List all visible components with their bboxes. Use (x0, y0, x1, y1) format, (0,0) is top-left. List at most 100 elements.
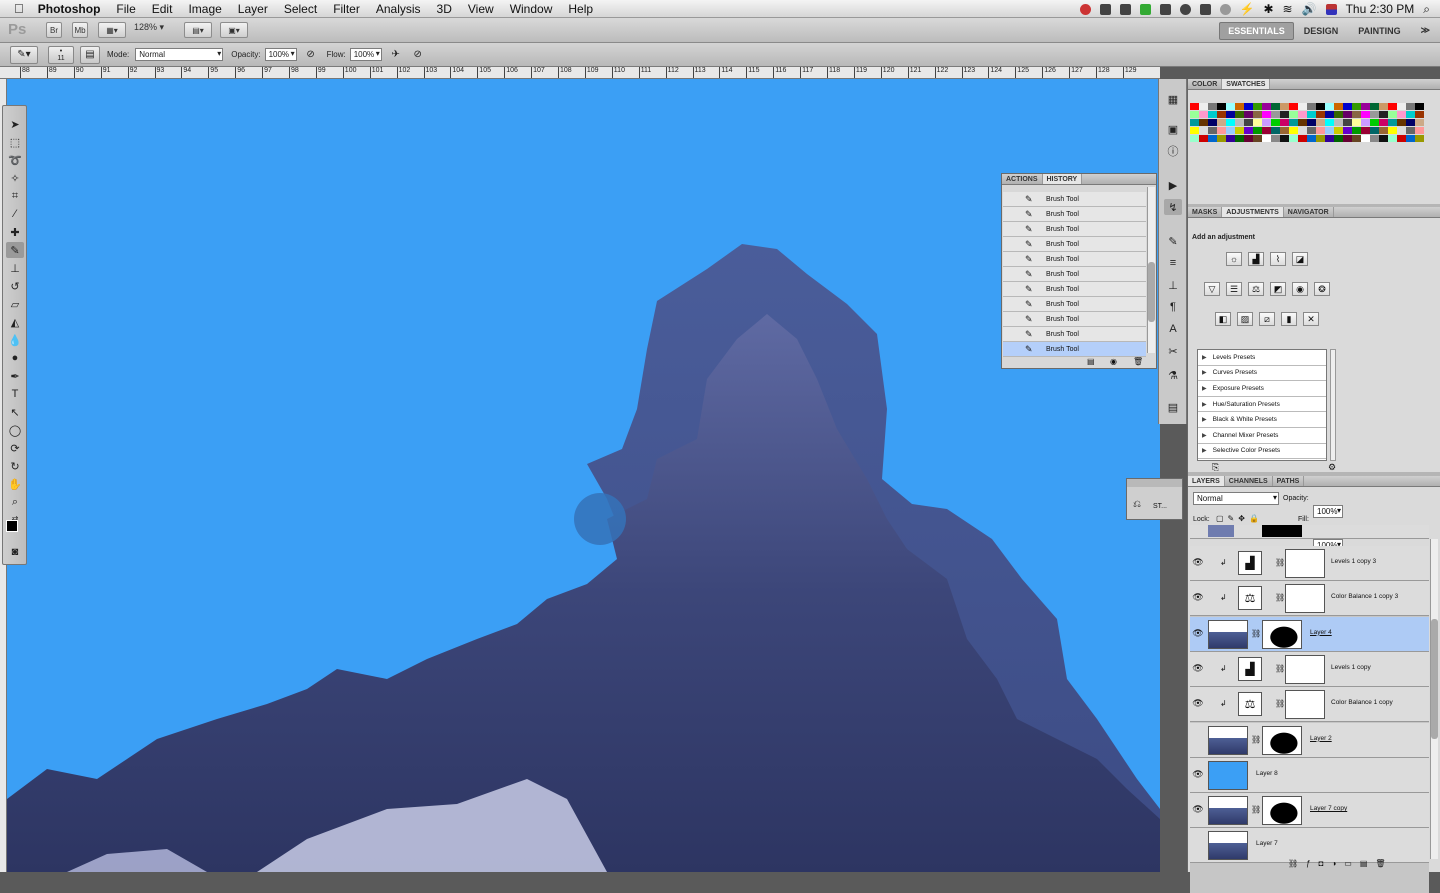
swatch[interactable] (1190, 127, 1199, 134)
pressure-opacity-icon[interactable]: ⊘ (301, 46, 321, 64)
history-state[interactable]: ✎ Brush Tool (1003, 207, 1146, 222)
swatch[interactable] (1244, 119, 1253, 126)
swatch[interactable] (1235, 103, 1244, 110)
swatch[interactable] (1208, 119, 1217, 126)
selective-color-icon[interactable]: ✕ (1303, 312, 1319, 326)
screen-mode-button[interactable]: ▣▾ (220, 22, 248, 38)
brightness-icon[interactable]: ☼ (1226, 252, 1242, 266)
swatch[interactable] (1343, 127, 1352, 134)
tray-app-icon[interactable] (1079, 3, 1091, 15)
menu-3d[interactable]: 3D (429, 2, 460, 16)
foreground-color-swatch[interactable] (6, 520, 18, 532)
chain-link-icon[interactable]: ⛓ (1275, 558, 1285, 567)
presets-scrollbar[interactable] (1330, 349, 1336, 461)
swatch[interactable] (1406, 127, 1415, 134)
curves-icon[interactable]: ⌇ (1270, 252, 1286, 266)
volume-icon[interactable]: 🔊 (1302, 2, 1317, 16)
swatch[interactable] (1334, 119, 1343, 126)
swatch[interactable] (1388, 111, 1397, 118)
chain-link-icon[interactable]: ⛓ (1251, 805, 1261, 814)
eyedropper-tool-icon[interactable]: ⁄ (6, 206, 24, 222)
swatch[interactable] (1253, 103, 1262, 110)
layer-thumb[interactable] (1208, 619, 1248, 649)
menu-edit[interactable]: Edit (144, 2, 181, 16)
swatch[interactable] (1199, 111, 1208, 118)
layer-row[interactable]: 👁 ⛓ Layer 7 copy (1190, 793, 1429, 829)
layer-name[interactable]: Levels 1 copy (1331, 664, 1371, 671)
swatch[interactable] (1280, 103, 1289, 110)
swatch[interactable] (1397, 119, 1406, 126)
layer-row[interactable]: 👁 ↲ ▟ ⛓ Levels 1 copy (1190, 651, 1429, 687)
chain-link-icon[interactable]: ⛓ (1251, 735, 1261, 744)
time-machine-icon[interactable] (1219, 3, 1231, 15)
swatch[interactable] (1316, 111, 1325, 118)
tab-color[interactable]: COLOR (1188, 79, 1223, 89)
swatch[interactable] (1343, 135, 1352, 142)
styles-icon[interactable]: ⎌ (1133, 499, 1141, 510)
swatch[interactable] (1352, 135, 1361, 142)
threshold-icon[interactable]: ⧄ (1259, 312, 1275, 326)
swatch[interactable] (1334, 103, 1343, 110)
swatch[interactable] (1271, 135, 1280, 142)
dropbox-icon[interactable] (1159, 3, 1171, 15)
exposure-icon[interactable]: ◪ (1292, 252, 1308, 266)
3d-icon[interactable]: ⚗ (1164, 367, 1182, 383)
swatch[interactable] (1271, 119, 1280, 126)
preset-item[interactable]: Black & White Presets (1198, 412, 1326, 428)
search-icon[interactable]: ⌕ (1423, 2, 1430, 17)
swatch[interactable] (1262, 103, 1271, 110)
swatch[interactable] (1235, 127, 1244, 134)
history-icon[interactable]: ↯ (1164, 199, 1182, 215)
layer-row[interactable]: 👁 Layer 8 (1190, 757, 1429, 793)
swatch[interactable] (1415, 111, 1424, 118)
swatch[interactable] (1262, 119, 1271, 126)
swatch[interactable] (1316, 103, 1325, 110)
adobe-icon[interactable] (1119, 3, 1131, 15)
clock[interactable]: Thu 2:30 PM (1346, 2, 1415, 16)
channel-mixer-icon[interactable]: ❂ (1314, 282, 1330, 296)
swatch[interactable] (1352, 103, 1361, 110)
swatch[interactable] (1226, 119, 1235, 126)
3d-rotate-tool-icon[interactable]: ⟳ (6, 440, 24, 456)
flow-field[interactable]: 100% (349, 48, 382, 61)
swatch[interactable] (1289, 127, 1298, 134)
pen-tool-icon[interactable]: ✒ (6, 368, 24, 384)
swatch[interactable] (1226, 103, 1235, 110)
snapshot-icon[interactable]: ◉ (1110, 357, 1117, 366)
swatch[interactable] (1406, 111, 1415, 118)
swatch[interactable] (1415, 135, 1424, 142)
history-state[interactable]: ✎ Brush Tool (1003, 237, 1146, 252)
airbrush-icon[interactable]: ✈ (386, 46, 406, 64)
history-scrollbar[interactable] (1147, 187, 1155, 353)
mini-bridge-button[interactable]: Mb (72, 22, 88, 38)
swatch[interactable] (1379, 103, 1388, 110)
swatch[interactable] (1361, 135, 1370, 142)
chain-link-icon[interactable]: ⛓ (1275, 699, 1285, 708)
hand-tool-icon[interactable]: ✋ (6, 476, 24, 492)
swatch[interactable] (1334, 111, 1343, 118)
swatch[interactable] (1298, 103, 1307, 110)
swatch[interactable] (1253, 111, 1262, 118)
layer-row[interactable]: 👁 ⛓ Layer 4 (1190, 616, 1429, 652)
swatch[interactable] (1343, 103, 1352, 110)
mode-select[interactable]: Normal (135, 48, 224, 61)
tab-adjustments[interactable]: ADJUSTMENTS (1222, 207, 1284, 217)
preset-item[interactable]: Levels Presets (1198, 350, 1326, 366)
visibility-eye-icon[interactable]: 👁 (1192, 769, 1204, 781)
visibility-eye-icon[interactable]: 👁 (1192, 557, 1204, 569)
history-state[interactable]: ✎ Brush Tool (1003, 327, 1146, 342)
layers-scroll-thumb[interactable] (1431, 619, 1438, 739)
layer-mask-thumb[interactable] (1262, 796, 1302, 826)
blur-tool-icon[interactable]: 💧 (6, 332, 24, 348)
layer-thumb[interactable] (1208, 831, 1248, 861)
swatch[interactable] (1334, 135, 1343, 142)
workspace-essentials[interactable]: ESSENTIALS (1219, 21, 1294, 40)
swatch[interactable] (1370, 103, 1379, 110)
swatch[interactable] (1253, 127, 1262, 134)
swatch[interactable] (1226, 127, 1235, 134)
bridge-button[interactable]: Br (46, 22, 62, 38)
chain-link-icon[interactable]: ⛓ (1275, 593, 1285, 602)
swatch[interactable] (1280, 135, 1289, 142)
history-state[interactable]: ✎ Brush Tool (1003, 267, 1146, 282)
layer-mask-thumb[interactable] (1262, 619, 1302, 649)
